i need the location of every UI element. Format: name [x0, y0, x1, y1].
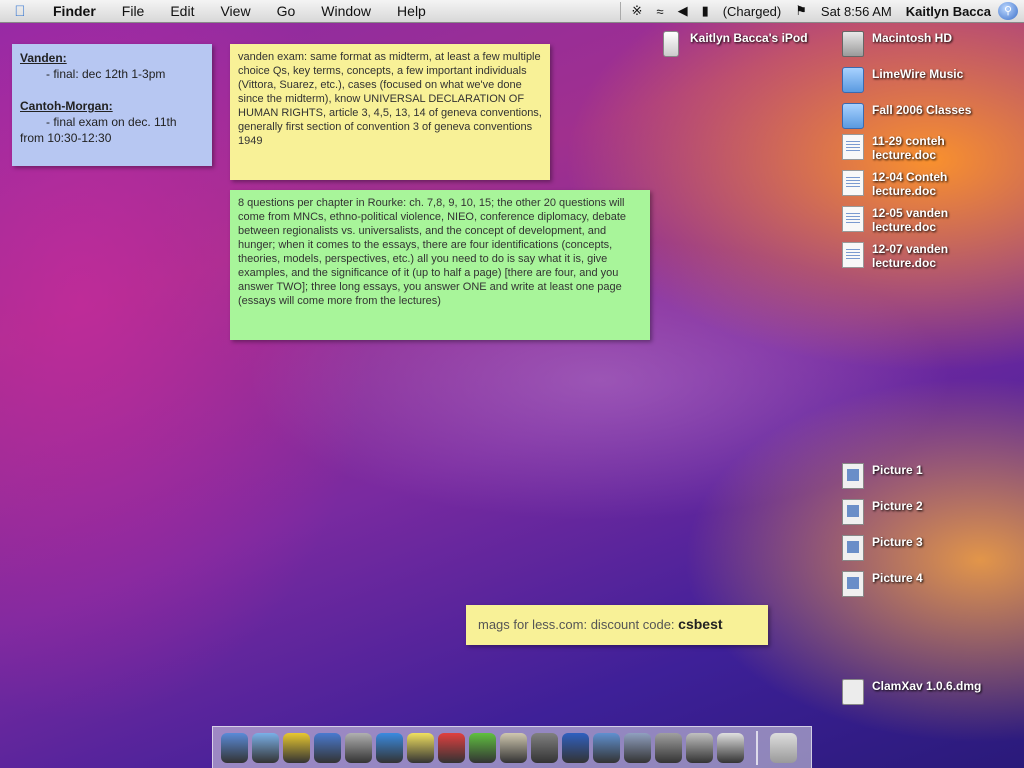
- menu-edit[interactable]: Edit: [157, 3, 207, 19]
- desktop-icon-picture-1[interactable]: Picture 1: [842, 463, 923, 489]
- adium-dock-icon[interactable]: [283, 732, 310, 763]
- note-line: from 10:30-12:30: [20, 131, 112, 145]
- spotlight-icon[interactable]: ⚲: [998, 2, 1018, 20]
- note-line: - final exam on dec. 11th: [46, 115, 177, 129]
- note-text: 8 questions per chapter in Rourke: ch. 7…: [238, 197, 627, 307]
- dock: [212, 726, 812, 768]
- icon-label: Picture 4: [872, 571, 923, 585]
- document-icon: [842, 134, 864, 160]
- icon-label: LimeWire Music: [872, 67, 964, 81]
- desktop-icon-doc-1204[interactable]: 12-04 Conteh lecture.doc: [842, 170, 972, 198]
- menubar-clock[interactable]: Sat 8:56 AM: [814, 4, 899, 19]
- desktop-icon-clamxav-dmg[interactable]: ClamXav 1.0.6.dmg: [842, 679, 981, 705]
- menu-help[interactable]: Help: [384, 3, 439, 19]
- desktop-icon-picture-3[interactable]: Picture 3: [842, 535, 923, 561]
- desktop-icon-limewire-music[interactable]: LimeWire Music: [842, 67, 963, 93]
- picture-icon: [842, 535, 864, 561]
- menu-view[interactable]: View: [207, 3, 263, 19]
- desktop-icon-picture-2[interactable]: Picture 2: [842, 499, 923, 525]
- icon-label: 12-05 vanden lecture.doc: [872, 206, 949, 234]
- hard-drive-icon: [842, 31, 864, 57]
- icon-label: 12-07 vanden lecture.doc: [872, 242, 949, 270]
- battery-status[interactable]: (Charged): [716, 4, 789, 19]
- menu-bar:  Finder File Edit View Go Window Help ※…: [0, 0, 1024, 23]
- icon-label: Kaitlyn Bacca's iPod: [690, 31, 808, 45]
- dock-separator: [756, 730, 758, 765]
- sticky-note-rourke-questions[interactable]: 8 questions per chapter in Rourke: ch. 7…: [230, 190, 650, 340]
- flag-icon[interactable]: ⚑: [788, 3, 814, 19]
- user-name[interactable]: Kaitlyn Bacca: [899, 4, 998, 19]
- sticky-note-discount-code[interactable]: mags for less.com: discount code: csbest: [466, 605, 768, 645]
- desktop-icon-doc-1129[interactable]: 11-29 conteh lecture.doc: [842, 134, 972, 162]
- mail-dock-icon[interactable]: [345, 732, 372, 763]
- ical-dock-icon[interactable]: [438, 732, 465, 763]
- disk-image-icon: [842, 679, 864, 705]
- photo-booth-dock-icon[interactable]: [531, 732, 558, 763]
- menu-window[interactable]: Window: [308, 3, 384, 19]
- icon-label: Fall 2006 Classes: [872, 103, 972, 117]
- calculator-dock-icon[interactable]: [686, 732, 713, 763]
- icon-label: Picture 2: [872, 499, 923, 513]
- picture-icon: [842, 499, 864, 525]
- folder-icon: [842, 103, 864, 129]
- desktop-icon-macintosh-hd[interactable]: Macintosh HD: [842, 31, 952, 57]
- bluetooth-icon[interactable]: ※: [625, 3, 650, 19]
- note-heading: Cantoh-Morgan:: [20, 99, 113, 113]
- icon-label: 11-29 conteh lecture.doc: [872, 134, 945, 162]
- text-edit-dock-icon[interactable]: [717, 732, 744, 763]
- stickies-dock-icon[interactable]: [407, 732, 434, 763]
- note-line: - final: dec 12th 1-3pm: [46, 67, 166, 81]
- document-icon: [842, 170, 864, 196]
- internet-explorer-dock-icon[interactable]: [376, 732, 403, 763]
- wifi-icon[interactable]: ≈: [649, 4, 670, 19]
- system-preferences-dock-icon[interactable]: [655, 732, 682, 763]
- desktop-icon-picture-4[interactable]: Picture 4: [842, 571, 923, 597]
- icon-label: 12-04 Conteh lecture.doc: [872, 170, 948, 198]
- address-book-dock-icon[interactable]: [500, 732, 527, 763]
- trash-dock-icon[interactable]: [770, 732, 797, 763]
- icon-label: Picture 1: [872, 463, 923, 477]
- limewire-dock-icon[interactable]: [469, 732, 496, 763]
- desktop-icon-doc-1207[interactable]: 12-07 vanden lecture.doc: [842, 242, 972, 270]
- itunes-dock-icon[interactable]: [314, 732, 341, 763]
- desktop-icon-doc-1205[interactable]: 12-05 vanden lecture.doc: [842, 206, 972, 234]
- icon-label: Picture 3: [872, 535, 923, 549]
- note-text: vanden exam: same format as midterm, at …: [238, 51, 542, 147]
- menu-finder[interactable]: Finder: [40, 3, 109, 19]
- desktop-icon-fall-2006-classes[interactable]: Fall 2006 Classes: [842, 103, 971, 129]
- icon-label: ClamXav 1.0.6.dmg: [872, 679, 982, 693]
- sticky-note-vanden-exam[interactable]: vanden exam: same format as midterm, at …: [230, 44, 550, 180]
- note-heading: Vanden:: [20, 51, 67, 65]
- word-dock-icon[interactable]: [562, 732, 589, 763]
- volume-icon[interactable]: ◀: [671, 3, 695, 19]
- folder-icon: [842, 67, 864, 93]
- desktop-icon-ipod[interactable]: Kaitlyn Bacca's iPod: [660, 31, 808, 57]
- note-text: mags for less.com: discount code:: [478, 617, 675, 632]
- menu-go[interactable]: Go: [264, 3, 309, 19]
- ipod-icon: [663, 31, 679, 57]
- apple-menu-icon[interactable]: : [0, 3, 40, 20]
- safari-dock-icon[interactable]: [252, 732, 279, 763]
- finder-dock-icon[interactable]: [221, 732, 248, 763]
- document-icon: [842, 206, 864, 232]
- preview-dock-icon[interactable]: [593, 732, 620, 763]
- icon-label: Macintosh HD: [872, 31, 953, 45]
- discount-code: csbest: [678, 616, 723, 632]
- document-icon: [842, 242, 864, 268]
- picture-icon: [842, 463, 864, 489]
- menubar-separator: [619, 2, 621, 20]
- picture-icon: [842, 571, 864, 597]
- sticky-note-blue[interactable]: Vanden: - final: dec 12th 1-3pm Cantoh-M…: [12, 44, 212, 166]
- iphoto-dock-icon[interactable]: [624, 732, 651, 763]
- battery-icon[interactable]: ▮: [695, 3, 716, 19]
- menu-file[interactable]: File: [109, 3, 158, 19]
